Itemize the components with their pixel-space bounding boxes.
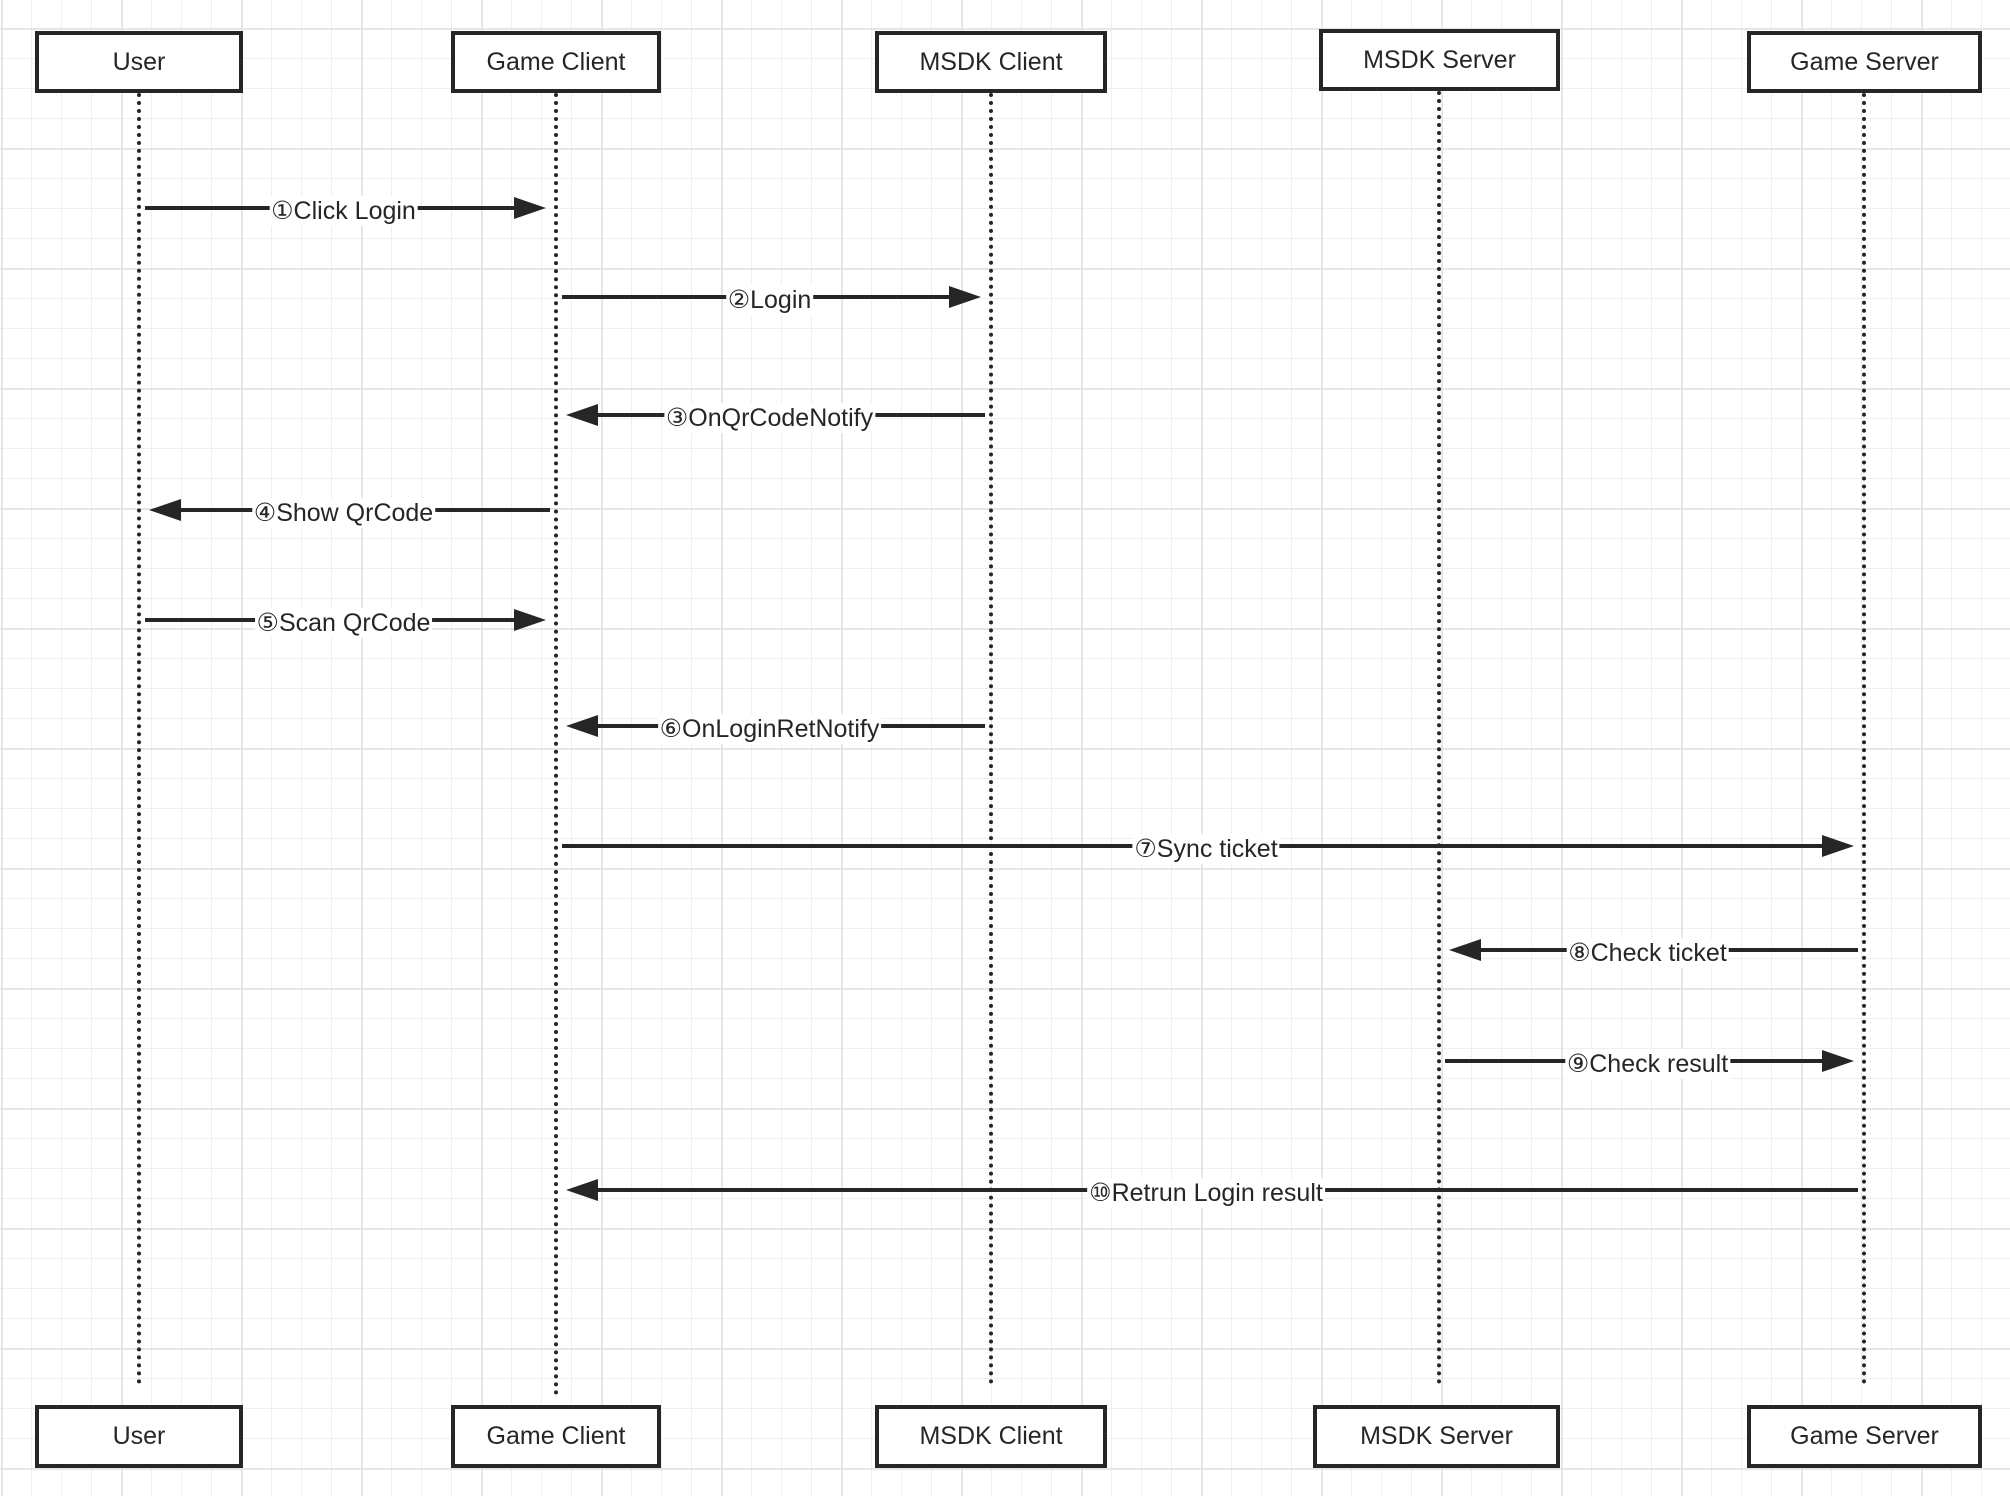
message-label-3: ③OnQrCodeNotify <box>663 403 876 433</box>
arrowhead-icon <box>1822 1050 1854 1072</box>
arrowhead-icon <box>566 715 598 737</box>
message-label-10: ⑩Retrun Login result <box>1087 1178 1325 1208</box>
message-label-1: ①Click Login <box>269 196 418 226</box>
arrowhead-icon <box>514 197 546 219</box>
message-label-5: ⑤Scan QrCode <box>254 608 433 638</box>
message-label-9: ⑨Check result <box>1564 1049 1731 1079</box>
message-label-2: ②Login <box>725 285 814 315</box>
arrowhead-icon <box>149 499 181 521</box>
message-label-6: ⑥OnLoginRetNotify <box>657 714 882 744</box>
message-label-8: ⑧Check ticket <box>1566 938 1729 968</box>
arrowhead-icon <box>949 286 981 308</box>
arrowhead-icon <box>566 404 598 426</box>
arrowhead-icon <box>514 609 546 631</box>
message-label-7: ⑦Sync ticket <box>1132 834 1280 864</box>
arrowhead-icon <box>566 1179 598 1201</box>
message-label-4: ④Show QrCode <box>251 498 436 528</box>
arrowhead-icon <box>1822 835 1854 857</box>
arrowhead-icon <box>1449 939 1481 961</box>
diagram-canvas: User Game Client MSDK Client MSDK Server… <box>0 0 2010 1496</box>
